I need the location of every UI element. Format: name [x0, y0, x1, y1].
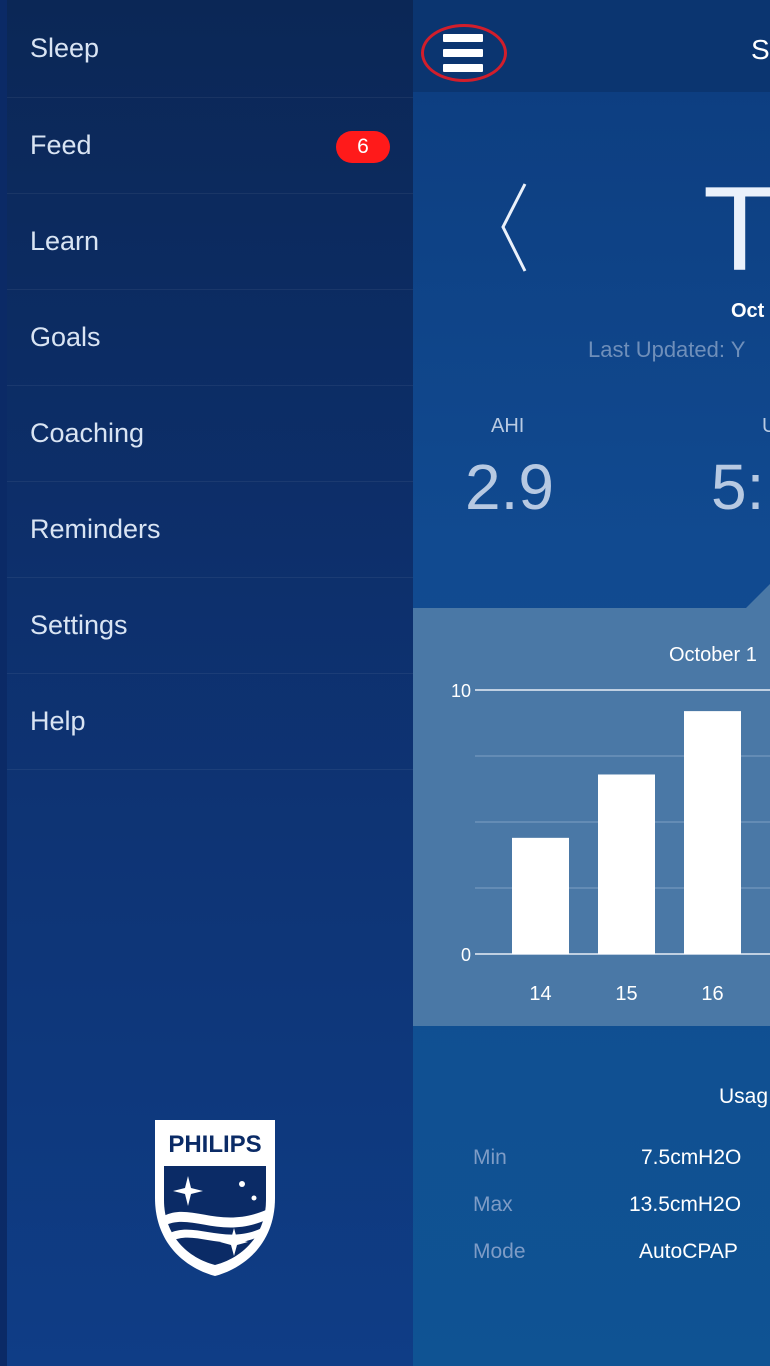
max-value: 13.5cmH2O [629, 1193, 742, 1216]
mode-label: Mode [473, 1240, 526, 1263]
side-menu: Sleep Feed 6 Learn Goals Coaching Remind… [7, 0, 413, 1366]
logo-wordmark: PHILIPS [168, 1131, 261, 1158]
last-updated-label: Last Updated: Y [588, 337, 746, 362]
chevron-left-icon[interactable] [495, 180, 533, 275]
top-bar: S [413, 0, 770, 92]
mode-value: AutoCPAP [639, 1240, 738, 1263]
sidebar-item-help[interactable]: Help [7, 674, 413, 770]
ahi-label: AHI [491, 415, 525, 437]
y-tick-label: 10 [451, 681, 471, 701]
chart-bar [598, 774, 655, 954]
usage-label: U [762, 415, 770, 437]
chart-bar [684, 711, 741, 954]
sidebar-item-feed[interactable]: Feed 6 [7, 98, 413, 194]
sidebar-item-coaching[interactable]: Coaching [7, 386, 413, 482]
sidebar-item-label: Coaching [30, 418, 145, 448]
x-tick-label: 16 [701, 983, 723, 1005]
min-label: Min [473, 1146, 507, 1169]
sidebar-item-reminders[interactable]: Reminders [7, 482, 413, 578]
page-title: S [751, 34, 770, 65]
sidebar-item-label: Help [30, 706, 86, 736]
usage-section-title: Usag [719, 1085, 769, 1108]
sidebar-item-learn[interactable]: Learn [7, 194, 413, 290]
main-panel: S Tu Oct Last Updated: Y AHI 2.9 U 5: 0 1… [413, 0, 770, 1366]
max-label: Max [473, 1193, 513, 1216]
day-label: Tu [703, 162, 770, 296]
x-tick-label: 15 [615, 983, 637, 1005]
min-value: 7.5cmH2O [641, 1146, 742, 1169]
sidebar-item-label: Settings [30, 610, 128, 640]
sidebar-item-label: Reminders [30, 514, 161, 544]
ahi-bar-chart: 0 10 14 15 16 [451, 681, 770, 1005]
usage-value: 5: [711, 451, 765, 523]
sidebar-item-goals[interactable]: Goals [7, 290, 413, 386]
notification-badge: 6 [336, 131, 390, 163]
y-tick-label: 0 [461, 945, 471, 965]
sidebar-item-label: Learn [30, 226, 100, 256]
x-tick-label: 14 [529, 983, 551, 1005]
sidebar-item-settings[interactable]: Settings [7, 578, 413, 674]
hamburger-icon [443, 34, 483, 72]
menu-button[interactable] [421, 24, 507, 82]
sidebar-item-label: Goals [30, 322, 101, 352]
philips-logo: PHILIPS [155, 1120, 275, 1276]
date-label: Oct [731, 300, 765, 322]
chart-title: October 1 [669, 644, 757, 666]
chart-notch [746, 584, 770, 608]
ahi-value: 2.9 [465, 451, 554, 523]
chart-bar [512, 837, 569, 954]
sidebar-item-sleep[interactable]: Sleep [7, 0, 413, 98]
sidebar-item-label: Feed [30, 130, 92, 160]
sidebar-item-label: Sleep [30, 33, 100, 63]
